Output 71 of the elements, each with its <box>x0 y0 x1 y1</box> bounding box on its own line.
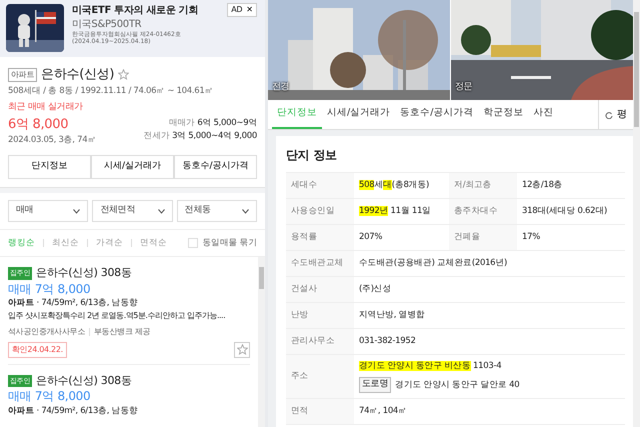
caret-icon <box>242 208 249 214</box>
complex-meta: 508세대 / 총 8동 / 1992.11.11 / 74.06㎡ ~ 104.61㎡ <box>8 84 214 98</box>
row-value: 74㎡, 104㎡ <box>359 405 408 418</box>
tab[interactable]: 사진 <box>528 100 558 129</box>
filter-dropdown[interactable]: 전체동 <box>176 200 257 222</box>
road-tag: 도로명 <box>359 377 392 393</box>
listing-price: 매매 7억 8,000 <box>8 389 92 405</box>
favorite-button[interactable] <box>234 342 250 358</box>
row-label: 난방 <box>286 302 354 328</box>
price-range: 전세가 3억 5,000~4억 9,000 <box>144 130 257 143</box>
quick-link-button[interactable]: 동호수/공시가격 <box>174 155 257 179</box>
ad-label: AD <box>231 4 242 16</box>
row-label: 관리사무소 <box>286 328 354 354</box>
listing-price: 매매 7억 8,000 <box>8 282 92 298</box>
ad-title[interactable]: 미국ETF 투자의 새로운 기회 <box>72 4 229 18</box>
row-value: 경기도 안양시 동안구 비산동 1103-4 <box>359 360 502 374</box>
refresh-icon <box>605 110 613 118</box>
price-range: 매매가 6억 5,000~9억 <box>168 117 257 130</box>
caret-icon <box>158 208 165 214</box>
listing-spec: 아파트 · 74/59m², 6/13층, 남동향 <box>8 404 139 418</box>
confirmed-date: 확인24.04.22. <box>8 342 67 358</box>
tab[interactable]: 동호수/공시가격 <box>395 100 478 129</box>
row-label: 사용승인일 <box>286 198 354 224</box>
photo-caption: 전경 <box>272 80 290 94</box>
recent-detail: 2024.03.05, 3층, 74㎡ <box>8 134 96 147</box>
row-label: 용적률 <box>286 224 354 250</box>
row-label: 수도배관교체 <box>286 250 354 276</box>
row-label: 세대수 <box>286 172 354 198</box>
row-value: 031-382-1952 <box>359 335 417 348</box>
listing-title[interactable]: 은하수(신성) 308동 <box>36 265 132 282</box>
ad-subtitle: 미국S&P500TR <box>72 18 142 32</box>
listing-spec: 아파트 · 74/59m², 6/13층, 남동향 <box>8 297 139 310</box>
road-address: 경기도 안양시 동안구 달안로 40 <box>395 378 520 392</box>
group-checkbox[interactable] <box>188 238 198 248</box>
listing-description: 입주 샷시포확장특수리 2년 로열동.역5분.수리안하고 입주가능.... <box>8 310 226 322</box>
recent-price: 6억 8,000 <box>8 116 70 134</box>
row-value: 207% <box>359 231 384 244</box>
row-value: 1992년 11월 11일 <box>359 205 432 218</box>
row-label: 건폐율 <box>449 224 517 250</box>
scrollbar[interactable] <box>258 257 265 427</box>
caret-icon <box>73 208 80 214</box>
row-value: 수도배관(공용배관) 교체완료(2016년) <box>359 257 508 270</box>
section-title: 단지 정보 <box>286 147 338 164</box>
row-value: 지역난방, 열병합 <box>359 309 426 322</box>
row-value: (주)신성 <box>359 283 392 296</box>
filter-dropdown[interactable]: 전체면적 <box>92 200 173 222</box>
row-label: 면적 <box>286 398 354 424</box>
complex-name: 은하수(신성) <box>41 66 114 84</box>
listing-title[interactable]: 은하수(신성) 308동 <box>36 372 132 390</box>
type-badge: 아파트 <box>8 68 38 82</box>
row-label: 건설사 <box>286 276 354 302</box>
star-icon[interactable] <box>118 69 130 80</box>
tab[interactable]: 시세/실거래가 <box>322 100 396 129</box>
row-value: 17% <box>522 231 541 244</box>
tab[interactable]: 학군정보 <box>478 100 528 129</box>
quick-link-button[interactable]: 단지정보 <box>8 155 91 179</box>
checkbox-label: 동일매물 묶기 <box>202 236 257 250</box>
row-label: 총주차대수 <box>449 198 517 224</box>
row-value: 508세대(총8개동) <box>359 179 430 192</box>
recent-label: 최근 매매 실거래가 <box>8 101 84 114</box>
row-value: 12층/18층 <box>522 179 564 192</box>
scrollbar[interactable] <box>633 0 640 427</box>
row-label: 주소 <box>286 354 354 398</box>
quick-link-button[interactable]: 시세/실거래가 <box>91 155 174 179</box>
row-value: 318대(세대당 0.62대) <box>522 205 608 218</box>
filter-dropdown[interactable]: 매매 <box>8 200 88 222</box>
photo-caption: 정문 <box>455 80 472 94</box>
listing-source: 부동산뱅크 제공 <box>94 326 150 338</box>
row-label: 저/최고층 <box>449 172 517 198</box>
listing-source: 석사공인중개사사무소 <box>8 326 86 338</box>
close-button[interactable]: ✕ <box>246 4 253 16</box>
